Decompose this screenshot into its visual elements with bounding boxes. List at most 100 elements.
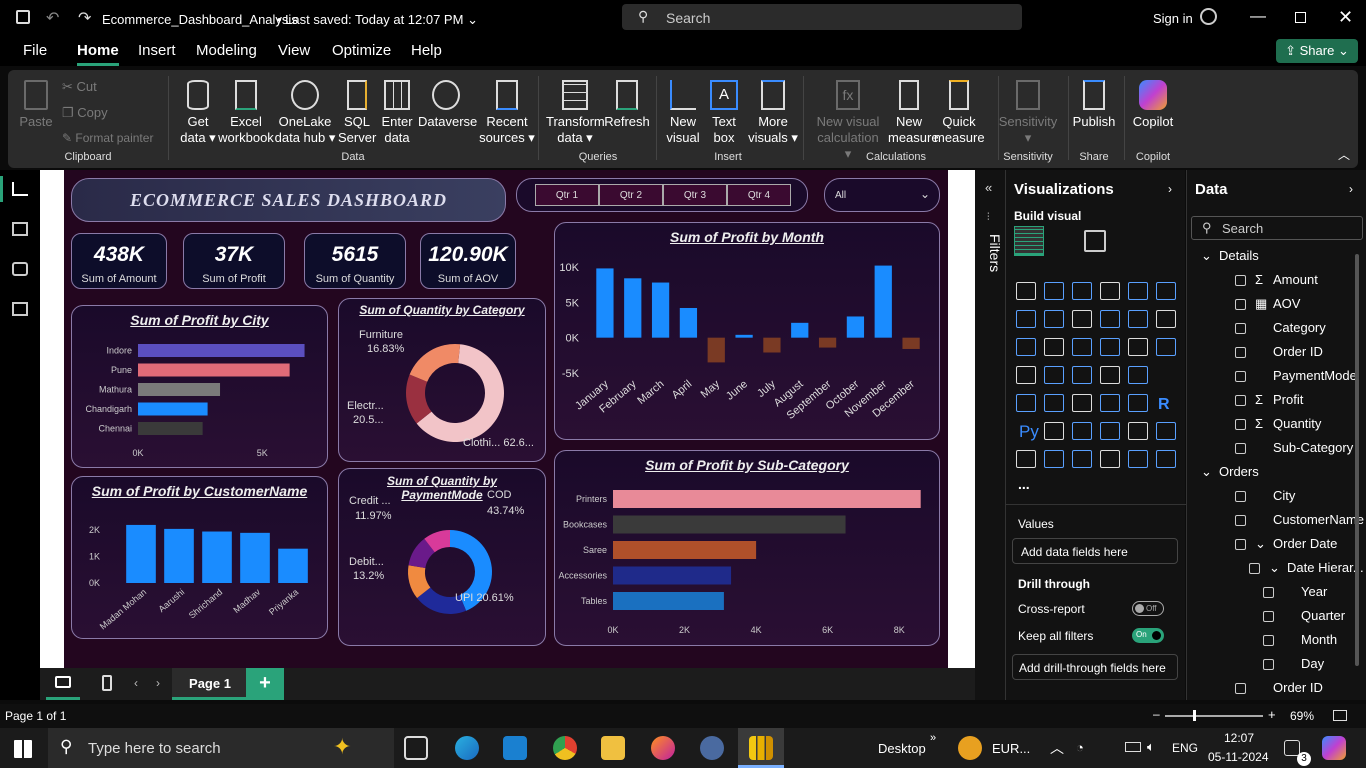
visual-type-icon[interactable] (1156, 338, 1176, 356)
expand-icon[interactable]: › (1168, 182, 1172, 196)
visual-type-icon[interactable] (1100, 450, 1120, 468)
chart-profit-by-city[interactable]: Sum of Profit by City Indore Pune Mathura C… (71, 305, 328, 468)
zoom-out-icon[interactable]: – (1153, 707, 1160, 721)
chevron-up-icon[interactable]: ︿ (1050, 738, 1064, 758)
close-icon[interactable]: ✕ (1338, 7, 1353, 28)
visual-type-icon[interactable] (1100, 394, 1120, 412)
visual-type-icon[interactable] (1016, 394, 1036, 412)
text-box-button[interactable]: A Text box (706, 80, 742, 146)
field-checkbox[interactable] (1235, 347, 1246, 358)
add-data-field-well[interactable]: Add data fields here (1012, 538, 1178, 564)
maximize-icon[interactable] (1295, 12, 1306, 23)
dax-query-icon[interactable] (12, 302, 28, 316)
slicer-qtr-3[interactable]: Qtr 3 (663, 184, 727, 206)
visual-type-icon[interactable] (1072, 366, 1092, 384)
task-view-icon[interactable] (404, 736, 428, 760)
add-drill-field-well[interactable]: Add drill-through fields here (1012, 654, 1178, 680)
mobile-layout-icon[interactable] (102, 675, 112, 691)
slicer-qtr-4[interactable]: Qtr 4 (727, 184, 791, 206)
model-view-icon[interactable] (12, 262, 28, 276)
visual-type-icon[interactable] (1128, 310, 1148, 328)
menu-file[interactable]: File (23, 42, 47, 59)
visual-type-icon[interactable] (1128, 394, 1148, 412)
field-checkbox[interactable] (1235, 323, 1246, 334)
transform-data-button[interactable]: Transform data ▾ (546, 80, 605, 146)
field-checkbox[interactable] (1235, 371, 1246, 382)
get-data-button[interactable]: Get data ▾ (176, 80, 220, 146)
visual-type-icon[interactable] (1044, 366, 1064, 384)
slicer-qtr-1[interactable]: Qtr 1 (535, 184, 599, 206)
chevron-right-icon[interactable]: » (930, 732, 936, 744)
fit-page-icon[interactable] (1333, 710, 1347, 721)
edge-icon[interactable] (455, 736, 479, 760)
redo-icon[interactable]: ↷ (78, 8, 91, 28)
undo-icon[interactable]: ↶ (46, 8, 59, 28)
format-painter-button[interactable]: ✎ Format painter (62, 131, 153, 145)
visual-type-icon[interactable] (1016, 338, 1036, 356)
avatar-icon[interactable] (1200, 8, 1217, 25)
field-checkbox[interactable] (1235, 491, 1246, 502)
visual-type-icon[interactable] (1044, 310, 1064, 328)
visual-type-icon[interactable] (1044, 450, 1064, 468)
visual-type-icon[interactable] (1156, 282, 1176, 300)
network-icon[interactable]: ◔ (1076, 740, 1084, 755)
visual-type-icon[interactable] (1100, 310, 1120, 328)
copy-button[interactable]: ❐ Copy (62, 105, 108, 121)
field-checkbox[interactable] (1235, 539, 1246, 550)
field-checkbox[interactable] (1235, 443, 1246, 454)
excel-workbook-button[interactable]: Excel workbook (218, 80, 274, 146)
field-checkbox[interactable] (1235, 515, 1246, 526)
windows-start-icon[interactable] (14, 740, 32, 758)
zoom-slider-handle[interactable] (1193, 710, 1196, 721)
menu-insert[interactable]: Insert (138, 42, 176, 59)
visual-type-icon[interactable] (1072, 282, 1092, 300)
table-view-icon[interactable] (12, 222, 28, 236)
data-search-input[interactable]: ⚲ Search (1191, 216, 1363, 240)
search-box[interactable]: ⚲ Search (622, 4, 1022, 30)
visual-type-icon[interactable] (1016, 450, 1036, 468)
sensitivity-button[interactable]: Sensitivity ▾ (998, 80, 1058, 146)
menu-view[interactable]: View (278, 42, 310, 59)
new-visual-button[interactable]: New visual (664, 80, 702, 146)
prev-page-icon[interactable]: ‹ (134, 676, 138, 690)
share-button[interactable]: ⇪ Share ⌄ (1276, 39, 1358, 63)
add-page-button[interactable]: + (246, 668, 284, 700)
cut-button[interactable]: ✂ Cut (62, 79, 97, 95)
collapse-icon[interactable]: « (985, 180, 992, 195)
field-checkbox[interactable] (1263, 587, 1274, 598)
clock-time[interactable]: 12:07 (1224, 731, 1254, 745)
field-checkbox[interactable] (1249, 563, 1260, 574)
more-visuals-button[interactable]: More visuals ▾ (746, 80, 800, 146)
zoom-slider-track[interactable] (1165, 715, 1263, 717)
filters-pane[interactable]: « ⫶ Filters (975, 170, 1005, 700)
visual-type-icon[interactable] (1072, 394, 1092, 412)
firefox-icon[interactable] (651, 736, 675, 760)
menu-optimize[interactable]: Optimize (332, 42, 391, 59)
chart-quantity-by-payment[interactable]: Sum of Quantity by PaymentMode COD 43.74%… (338, 468, 546, 646)
visual-type-icon[interactable] (1128, 422, 1148, 440)
refresh-button[interactable]: Refresh (604, 80, 650, 130)
chrome-icon[interactable] (553, 736, 577, 760)
postgres-icon[interactable] (700, 736, 724, 760)
more-visuals-icon[interactable]: ... (1018, 476, 1030, 492)
visual-type-icon[interactable] (1016, 282, 1036, 300)
visual-type-icon[interactable] (1016, 310, 1036, 328)
recent-sources-button[interactable]: Recent sources ▾ (478, 80, 536, 146)
minimize-icon[interactable]: — (1250, 8, 1266, 26)
field-checkbox[interactable] (1235, 683, 1246, 694)
chart-quantity-by-category[interactable]: Sum of Quantity by Category Furniture 16.… (338, 298, 546, 462)
onelake-button[interactable]: OneLake data hub ▾ (274, 80, 336, 146)
menu-modeling[interactable]: Modeling (196, 42, 257, 59)
r-visual-icon[interactable]: R (1158, 396, 1170, 414)
visual-type-icon[interactable] (1044, 422, 1064, 440)
save-icon[interactable] (16, 10, 30, 24)
expand-icon[interactable]: › (1349, 182, 1353, 196)
visual-type-icon[interactable] (1016, 366, 1036, 384)
clock-date[interactable]: 05-11-2024 (1208, 750, 1269, 764)
field-checkbox[interactable] (1235, 395, 1246, 406)
menu-home[interactable]: Home (77, 42, 119, 66)
chart-profit-by-subcategory[interactable]: Sum of Profit by Sub-Category Printers Bo… (554, 450, 940, 646)
keep-filters-toggle[interactable]: On (1132, 628, 1164, 643)
field-checkbox[interactable] (1235, 275, 1246, 286)
paste-button[interactable]: Paste (18, 80, 54, 130)
